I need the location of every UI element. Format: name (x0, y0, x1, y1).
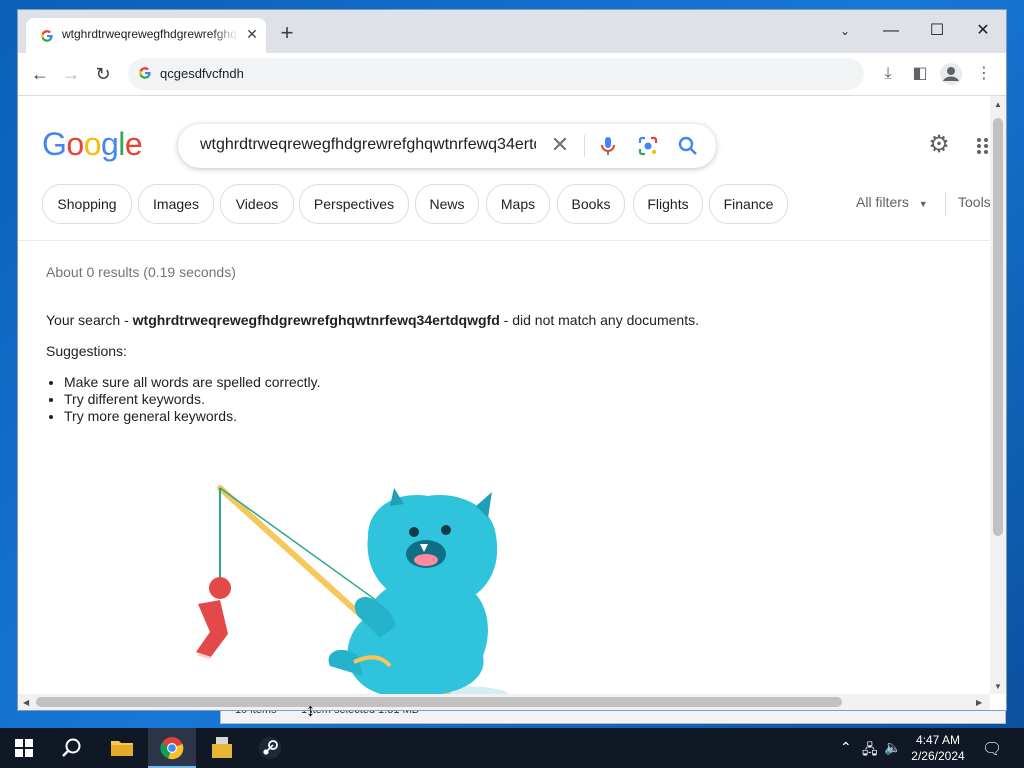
chip-perspectives[interactable]: Perspectives (299, 184, 409, 224)
suggestion-item: Try more general keywords. (64, 408, 321, 425)
clear-search-icon[interactable]: ✕ (548, 133, 572, 157)
search-box[interactable]: wtghrdtrweqrewegfhdgrewrefghqwtnrfewq34e… (178, 124, 716, 168)
person-icon (943, 67, 959, 81)
chip-flights[interactable]: Flights (633, 184, 703, 224)
show-hidden-icons-chevron-up-icon[interactable]: ⌃ (840, 739, 852, 756)
scroll-up-arrow-icon[interactable]: ▲ (994, 100, 1002, 109)
google-logo[interactable]: Google (42, 126, 143, 163)
minimize-button[interactable]: — (868, 16, 914, 46)
reload-icon[interactable]: ↻ (90, 61, 116, 87)
chrome-icon (160, 737, 184, 760)
suggestion-item: Make sure all words are spelled correctl… (64, 374, 321, 391)
suggestion-item: Try different keywords. (64, 391, 321, 408)
tab-close-icon[interactable]: ✕ (244, 26, 260, 42)
scroll-right-arrow-icon[interactable]: ▶ (976, 698, 982, 707)
browser-toolbar: ← → ↻ qcgesdfvcfndh ⤓ ◧ ⋮ (18, 53, 1006, 96)
vertical-scroll-thumb[interactable] (993, 118, 1003, 536)
google-favicon-icon (41, 30, 53, 42)
header-divider (18, 240, 990, 241)
network-icon[interactable]: 🖧 (862, 739, 878, 763)
horizontal-scroll-thumb[interactable] (36, 697, 842, 707)
chip-maps[interactable]: Maps (486, 184, 550, 224)
taskbar-file-explorer[interactable] (98, 728, 146, 768)
taskbar-chrome[interactable] (148, 728, 196, 768)
taskbar-steam[interactable] (246, 728, 294, 768)
tools-button[interactable]: Tools (958, 194, 990, 210)
fishing-monster-illustration (196, 485, 508, 694)
horizontal-scrollbar[interactable]: ◀ ▶ (18, 694, 990, 710)
clock-time: 4:47 AM (915, 733, 961, 747)
settings-gear-icon[interactable]: ⚙ (926, 132, 952, 158)
chip-news[interactable]: News (415, 184, 479, 224)
suggestions-list: Make sure all words are spelled correctl… (46, 374, 321, 425)
no-match-suffix: - did not match any documents. (499, 312, 699, 328)
steam-icon (259, 737, 281, 759)
chip-shopping[interactable]: Shopping (42, 184, 132, 224)
new-tab-button[interactable]: + (276, 22, 298, 45)
download-icon[interactable]: ⤓ (876, 62, 900, 86)
clock-date: 2/26/2024 (911, 749, 965, 763)
address-bar[interactable]: qcgesdfvcfndh (128, 58, 864, 90)
scroll-down-arrow-icon[interactable]: ▼ (994, 682, 1002, 691)
chip-books[interactable]: Books (557, 184, 625, 224)
all-filters-label: All filters (856, 194, 909, 210)
close-window-button[interactable]: ✕ (960, 16, 1006, 46)
chip-images[interactable]: Images (138, 184, 214, 224)
chip-videos[interactable]: Videos (220, 184, 294, 224)
chip-finance[interactable]: Finance (709, 184, 788, 224)
google-g-icon (139, 67, 151, 79)
system-clock[interactable]: 4:47 AM 2/26/2024 (908, 732, 968, 764)
filters-divider (945, 192, 946, 216)
folder-icon (111, 741, 133, 756)
maximize-button[interactable]: ☐ (914, 16, 960, 46)
google-results-page: Google wtghrdtrweqrewegfhdgrewrefghqwtnr… (18, 96, 990, 694)
profile-avatar[interactable] (940, 63, 962, 85)
tab-search-chevron-down-icon[interactable]: ⌄ (822, 16, 868, 46)
address-bar-text: qcgesdfvcfndh (160, 66, 244, 81)
suggestions-label: Suggestions: (46, 343, 127, 359)
windows-logo-icon (15, 739, 33, 757)
more-menu-icon[interactable]: ⋮ (972, 62, 996, 86)
tab-google-search[interactable]: wtghrdtrweqrewegfhdgrewrefghqwtnrfewq34e… (26, 18, 266, 53)
back-arrow-icon[interactable]: ← (27, 61, 53, 87)
tab-strip: wtghrdtrweqrewegfhdgrewrefghqwtnrfewq34e… (18, 10, 1006, 53)
google-apps-grid-icon[interactable] (976, 136, 990, 156)
vertical-scrollbar[interactable]: ▲ ▼ (990, 96, 1006, 694)
side-panel-icon[interactable]: ◧ (908, 62, 932, 86)
search-icon (62, 738, 81, 757)
windows-taskbar: ⌃ 🖧 🔈 4:47 AM 2/26/2024 🗨 (0, 728, 1024, 768)
taskbar-app-files[interactable] (198, 728, 246, 768)
result-stats: About 0 results (0.19 seconds) (46, 264, 236, 280)
notification-center-icon[interactable]: 🗨 (982, 739, 1002, 759)
taskbar-search-button[interactable] (48, 728, 96, 768)
search-icon[interactable] (676, 134, 700, 158)
all-filters-button[interactable]: All filters ▼ (856, 194, 928, 210)
volume-muted-icon[interactable]: 🔈 (884, 739, 901, 756)
document-folder-icon (212, 737, 232, 758)
resize-cursor-icon: ↕ (306, 700, 315, 720)
scroll-left-arrow-icon[interactable]: ◀ (23, 698, 29, 707)
no-match-prefix: Your search - (46, 312, 133, 328)
dropdown-triangle-icon: ▼ (918, 199, 928, 209)
microphone-icon[interactable] (596, 134, 620, 158)
chrome-window: wtghrdtrweqrewegfhdgrewrefghqwtnrfewq34e… (18, 10, 1006, 710)
start-button[interactable] (0, 728, 48, 768)
search-box-divider (584, 135, 585, 157)
lens-camera-icon[interactable] (636, 134, 660, 158)
forward-arrow-icon[interactable]: → (58, 61, 84, 87)
tab-title: wtghrdtrweqrewegfhdgrewrefghqwtnrfewq34e… (62, 27, 238, 41)
no-match-query: wtghrdtrweqrewegfhdgrewrefghqwtnrfewq34e… (132, 312, 500, 328)
search-input[interactable]: wtghrdtrweqrewegfhdgrewrefghqwtnrfewq34e… (200, 136, 536, 154)
no-match-message: Your search - wtghrdtrweqrewegfhdgrewref… (46, 312, 699, 328)
